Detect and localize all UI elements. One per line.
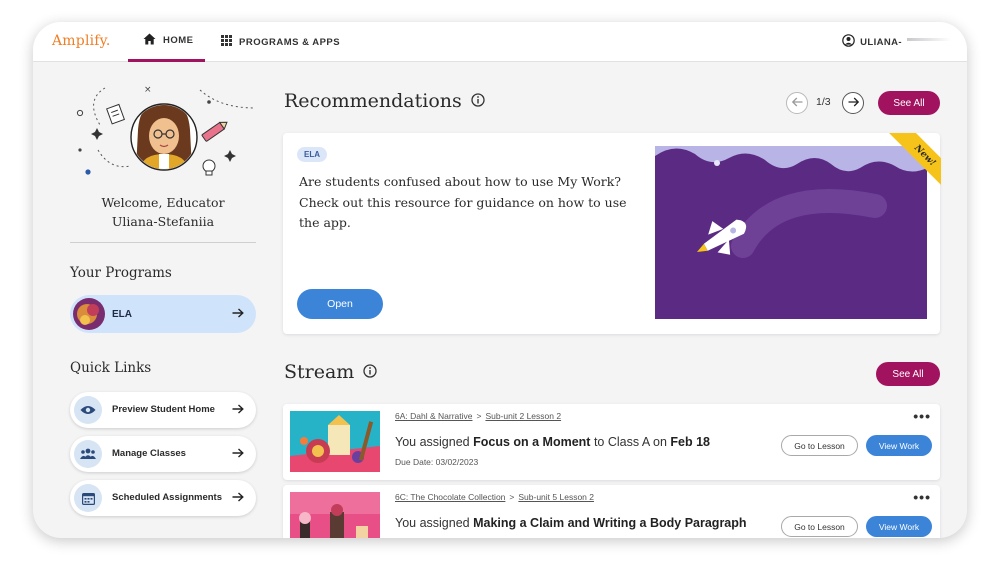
- assignment-lesson: Focus on a Moment: [473, 435, 591, 449]
- stream-see-all-button[interactable]: See All: [876, 362, 940, 386]
- assignment-summary: You assigned Focus on a Moment to Class …: [395, 435, 710, 449]
- view-work-button[interactable]: View Work: [866, 516, 932, 537]
- breadcrumb[interactable]: 6A: Dahl & Narrative > Sub-unit 2 Lesson 2: [395, 411, 561, 421]
- quick-link-scheduled-assignments[interactable]: Scheduled Assignments: [70, 480, 256, 516]
- home-icon: [143, 33, 156, 48]
- program-ela[interactable]: ELA: [70, 295, 256, 333]
- tab-programs-apps-label: PROGRAMS & APPS: [239, 36, 341, 48]
- assignment-lesson: Making a Claim and Writing a Body Paragr…: [473, 516, 747, 530]
- calendar-icon: [74, 484, 102, 512]
- go-to-lesson-button[interactable]: Go to Lesson: [781, 435, 858, 456]
- next-button[interactable]: [842, 92, 864, 114]
- quick-link-label: Manage Classes: [112, 448, 186, 459]
- arrow-left-icon: [791, 94, 803, 112]
- breadcrumb-lesson[interactable]: Sub-unit 2 Lesson 2: [485, 411, 561, 421]
- due-date: Due Date: 03/02/2023: [395, 457, 479, 467]
- eye-icon: [74, 396, 102, 424]
- lesson-thumbnail: [290, 492, 380, 538]
- breadcrumb-unit[interactable]: 6C: The Chocolate Collection: [395, 492, 505, 502]
- tab-programs-apps[interactable]: PROGRAMS & APPS: [221, 22, 340, 62]
- user-name-fade: [907, 37, 951, 41]
- recommendations-title: Recommendations: [284, 90, 462, 112]
- stream-heading: Stream: [284, 361, 377, 383]
- info-icon[interactable]: [471, 90, 485, 112]
- breadcrumb[interactable]: 6C: The Chocolate Collection > Sub-unit 5 …: [395, 492, 594, 502]
- user-name: ULIANA-: [860, 36, 902, 48]
- welcome-line-2: Uliana-Stefaniia: [111, 214, 215, 229]
- quick-link-label: Preview Student Home: [112, 404, 215, 415]
- go-to-lesson-button[interactable]: Go to Lesson: [781, 516, 858, 537]
- grid-icon: [221, 35, 232, 49]
- new-ribbon: New!: [881, 133, 941, 193]
- welcome-message: Welcome, Educator Uliana-Stefaniia: [70, 193, 256, 231]
- breadcrumb-unit[interactable]: 6A: Dahl & Narrative: [395, 411, 472, 421]
- your-programs-title: Your Programs: [70, 265, 172, 281]
- program-ela-thumbnail: [73, 298, 105, 330]
- arrow-right-icon: [232, 401, 244, 419]
- tab-home-label: HOME: [163, 35, 194, 46]
- lesson-thumbnail: [290, 411, 380, 472]
- svg-text:×: ×: [144, 85, 152, 95]
- assignment-prefix: You assigned: [395, 516, 470, 530]
- top-nav: Amplify. HOME PROGRAMS & APPS ULIANA-: [33, 22, 967, 62]
- recommendation-card[interactable]: ELA Are students confused about how to u…: [283, 133, 940, 334]
- recommendations-see-all-button[interactable]: See All: [878, 91, 940, 115]
- quick-link-label: Scheduled Assignments: [112, 492, 222, 503]
- arrow-right-icon: [232, 445, 244, 463]
- quick-link-manage-classes[interactable]: Manage Classes: [70, 436, 256, 472]
- welcome-line-1: Welcome, Educator: [101, 195, 225, 210]
- assignment-summary: You assigned Making a Claim and Writing …: [395, 516, 747, 530]
- assignment-prefix: You assigned: [395, 435, 470, 449]
- stream-item: 6A: Dahl & Narrative > Sub-unit 2 Lesson 2…: [283, 404, 940, 480]
- educator-illustration: ×: [76, 85, 256, 176]
- breadcrumb-separator: >: [476, 411, 482, 421]
- amplify-logo[interactable]: Amplify.: [52, 33, 111, 49]
- quick-links-title: Quick Links: [70, 360, 152, 376]
- quick-link-preview-student-home[interactable]: Preview Student Home: [70, 392, 256, 428]
- assignment-class: to Class A on: [593, 435, 667, 449]
- breadcrumb-separator: >: [509, 492, 515, 502]
- sidebar-divider: [70, 242, 256, 243]
- people-icon: [74, 440, 102, 468]
- recommendation-text: Are students confused about how to use M…: [299, 174, 627, 230]
- view-work-button[interactable]: View Work: [866, 435, 932, 456]
- previous-button[interactable]: [786, 92, 808, 114]
- user-menu[interactable]: ULIANA-: [842, 22, 951, 62]
- arrow-right-icon: [232, 305, 244, 323]
- app-window: Amplify. HOME PROGRAMS & APPS ULIANA- × …: [33, 22, 967, 538]
- stream-title: Stream: [284, 361, 355, 383]
- open-button[interactable]: Open: [297, 289, 383, 319]
- program-badge: ELA: [297, 147, 327, 162]
- more-options-icon[interactable]: •••: [913, 408, 931, 424]
- pager-indicator: 1/3: [816, 96, 831, 108]
- arrow-right-icon: [848, 94, 859, 112]
- arrow-right-icon: [232, 489, 244, 507]
- info-icon[interactable]: [363, 361, 377, 383]
- breadcrumb-lesson[interactable]: Sub-unit 5 Lesson 2: [518, 492, 594, 502]
- program-ela-label: ELA: [112, 308, 132, 320]
- new-ribbon-label: New!: [888, 133, 941, 192]
- more-options-icon[interactable]: •••: [913, 489, 931, 505]
- assignment-date: Feb 18: [670, 435, 711, 449]
- stream-item: 6C: The Chocolate Collection > Sub-unit 5 …: [283, 485, 940, 538]
- user-icon: [842, 34, 855, 50]
- recommendations-heading: Recommendations: [284, 90, 485, 112]
- tab-home[interactable]: HOME: [128, 22, 205, 62]
